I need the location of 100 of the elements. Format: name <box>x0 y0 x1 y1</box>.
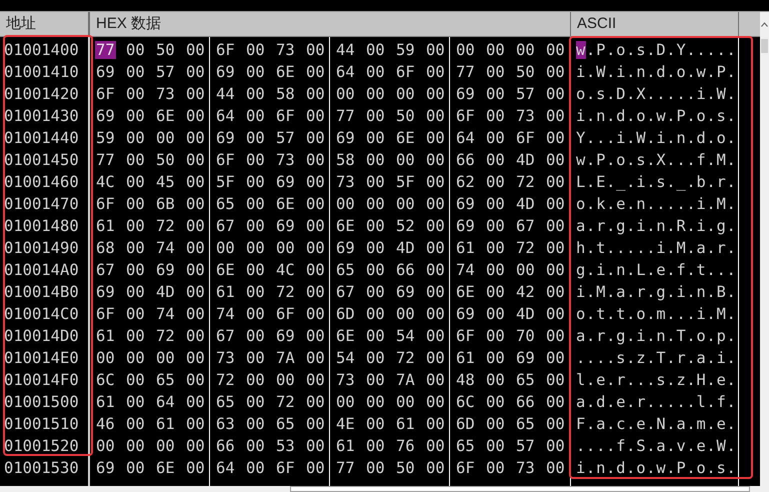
hex-byte[interactable]: 67 <box>516 217 535 235</box>
hex-byte[interactable]: 6F <box>516 129 535 147</box>
hex-byte[interactable]: 6F <box>276 305 295 323</box>
hex-byte[interactable]: 76 <box>396 437 415 455</box>
hex-byte[interactable]: 00 <box>306 349 325 367</box>
hex-byte[interactable]: 6F <box>96 85 115 103</box>
hex-byte[interactable]: 77 <box>95 41 116 59</box>
hex-byte[interactable]: 6C <box>456 393 475 411</box>
hex-byte[interactable]: 6B <box>156 195 175 213</box>
hex-byte[interactable]: 00 <box>426 283 445 301</box>
hex-byte[interactable]: 00 <box>126 327 145 345</box>
hex-byte[interactable]: 69 <box>96 63 115 81</box>
hex-byte[interactable]: 67 <box>216 327 235 345</box>
hex-byte[interactable]: 00 <box>486 63 505 81</box>
hex-byte[interactable]: 00 <box>126 173 145 191</box>
hex-byte[interactable]: 72 <box>396 349 415 367</box>
hex-byte[interactable]: 00 <box>246 283 265 301</box>
hex-byte[interactable]: 00 <box>336 195 355 213</box>
hex-byte[interactable]: 64 <box>216 107 235 125</box>
hex-byte[interactable]: 69 <box>96 459 115 477</box>
hex-byte[interactable]: 65 <box>516 415 535 433</box>
hex-byte[interactable]: 00 <box>126 459 145 477</box>
hex-byte[interactable]: 63 <box>216 415 235 433</box>
vertical-scrollbar[interactable] <box>760 12 769 486</box>
hex-byte[interactable]: 00 <box>126 85 145 103</box>
hex-byte[interactable]: 77 <box>456 63 475 81</box>
hex-byte[interactable]: 4D <box>156 283 175 301</box>
hex-byte[interactable]: 64 <box>216 459 235 477</box>
hex-byte[interactable]: 50 <box>396 107 415 125</box>
hex-byte[interactable]: 72 <box>516 239 535 257</box>
hex-byte[interactable]: 00 <box>426 437 445 455</box>
hex-byte[interactable]: 64 <box>336 63 355 81</box>
hex-byte[interactable]: 00 <box>276 239 295 257</box>
hex-byte[interactable]: 00 <box>186 151 205 169</box>
hex-byte[interactable]: 00 <box>186 261 205 279</box>
hex-byte[interactable]: 00 <box>366 283 385 301</box>
hex-byte[interactable]: 00 <box>246 195 265 213</box>
hex-byte[interactable]: 00 <box>366 459 385 477</box>
hex-byte[interactable]: 00 <box>156 129 175 147</box>
hex-byte[interactable]: 72 <box>276 393 295 411</box>
hex-byte[interactable]: 46 <box>96 415 115 433</box>
hex-byte[interactable]: 57 <box>516 85 535 103</box>
hex-byte[interactable]: 00 <box>366 415 385 433</box>
hex-byte[interactable]: 00 <box>96 437 115 455</box>
hex-byte[interactable]: 6F <box>216 41 235 59</box>
hex-byte[interactable]: 00 <box>546 349 565 367</box>
hex-byte[interactable]: 00 <box>306 239 325 257</box>
hex-byte[interactable]: 6F <box>276 107 295 125</box>
hex-byte[interactable]: 00 <box>126 239 145 257</box>
hex-byte[interactable]: 69 <box>156 261 175 279</box>
hex-byte[interactable]: 67 <box>216 217 235 235</box>
hex-byte[interactable]: 00 <box>186 217 205 235</box>
hex-byte[interactable]: 00 <box>246 173 265 191</box>
hex-byte[interactable]: 00 <box>126 63 145 81</box>
hex-byte[interactable]: 69 <box>336 129 355 147</box>
hex-byte[interactable]: 00 <box>126 437 145 455</box>
hex-byte[interactable]: 00 <box>426 349 445 367</box>
hex-byte[interactable]: 00 <box>306 393 325 411</box>
hex-byte[interactable]: 00 <box>246 107 265 125</box>
hex-byte[interactable]: 00 <box>426 327 445 345</box>
hex-byte[interactable]: 00 <box>426 261 445 279</box>
hex-byte[interactable]: 74 <box>456 261 475 279</box>
hex-byte[interactable]: 00 <box>546 371 565 389</box>
hex-byte[interactable]: 74 <box>216 305 235 323</box>
hex-byte[interactable]: 69 <box>276 217 295 235</box>
hex-byte[interactable]: 00 <box>306 129 325 147</box>
hex-byte[interactable]: 00 <box>396 305 415 323</box>
hex-byte[interactable]: 00 <box>246 217 265 235</box>
hex-byte[interactable]: 00 <box>546 107 565 125</box>
hex-byte[interactable]: 77 <box>336 107 355 125</box>
hex-byte[interactable]: 00 <box>366 195 385 213</box>
hex-byte[interactable]: 00 <box>306 437 325 455</box>
hex-byte[interactable]: 00 <box>546 261 565 279</box>
hex-byte[interactable]: 6E <box>456 283 475 301</box>
hex-byte[interactable]: 00 <box>426 173 445 191</box>
hex-byte[interactable]: 00 <box>546 305 565 323</box>
hex-byte[interactable]: 00 <box>186 239 205 257</box>
hex-byte[interactable]: 4D <box>516 305 535 323</box>
hex-byte[interactable]: 00 <box>366 371 385 389</box>
hex-byte[interactable]: 00 <box>426 393 445 411</box>
hex-byte[interactable]: 00 <box>186 437 205 455</box>
hex-byte[interactable]: 64 <box>456 129 475 147</box>
hex-byte[interactable]: 6E <box>276 63 295 81</box>
hex-byte[interactable]: 00 <box>336 85 355 103</box>
hex-byte[interactable]: 00 <box>366 129 385 147</box>
hex-byte[interactable]: 00 <box>186 129 205 147</box>
hex-byte[interactable]: 53 <box>276 437 295 455</box>
hex-byte[interactable]: 6C <box>96 371 115 389</box>
column-title[interactable]: 地址 <box>6 12 36 36</box>
hex-byte[interactable]: 61 <box>216 283 235 301</box>
hex-byte[interactable]: 00 <box>486 371 505 389</box>
hex-byte[interactable]: 00 <box>306 63 325 81</box>
hex-byte[interactable]: 00 <box>396 85 415 103</box>
hex-byte[interactable]: 00 <box>126 393 145 411</box>
hex-byte[interactable]: 54 <box>396 327 415 345</box>
hex-byte[interactable]: 00 <box>546 63 565 81</box>
hex-byte[interactable]: 00 <box>306 459 325 477</box>
hex-byte[interactable]: 00 <box>126 261 145 279</box>
hex-byte[interactable]: 00 <box>366 151 385 169</box>
hex-byte[interactable]: 4C <box>96 173 115 191</box>
